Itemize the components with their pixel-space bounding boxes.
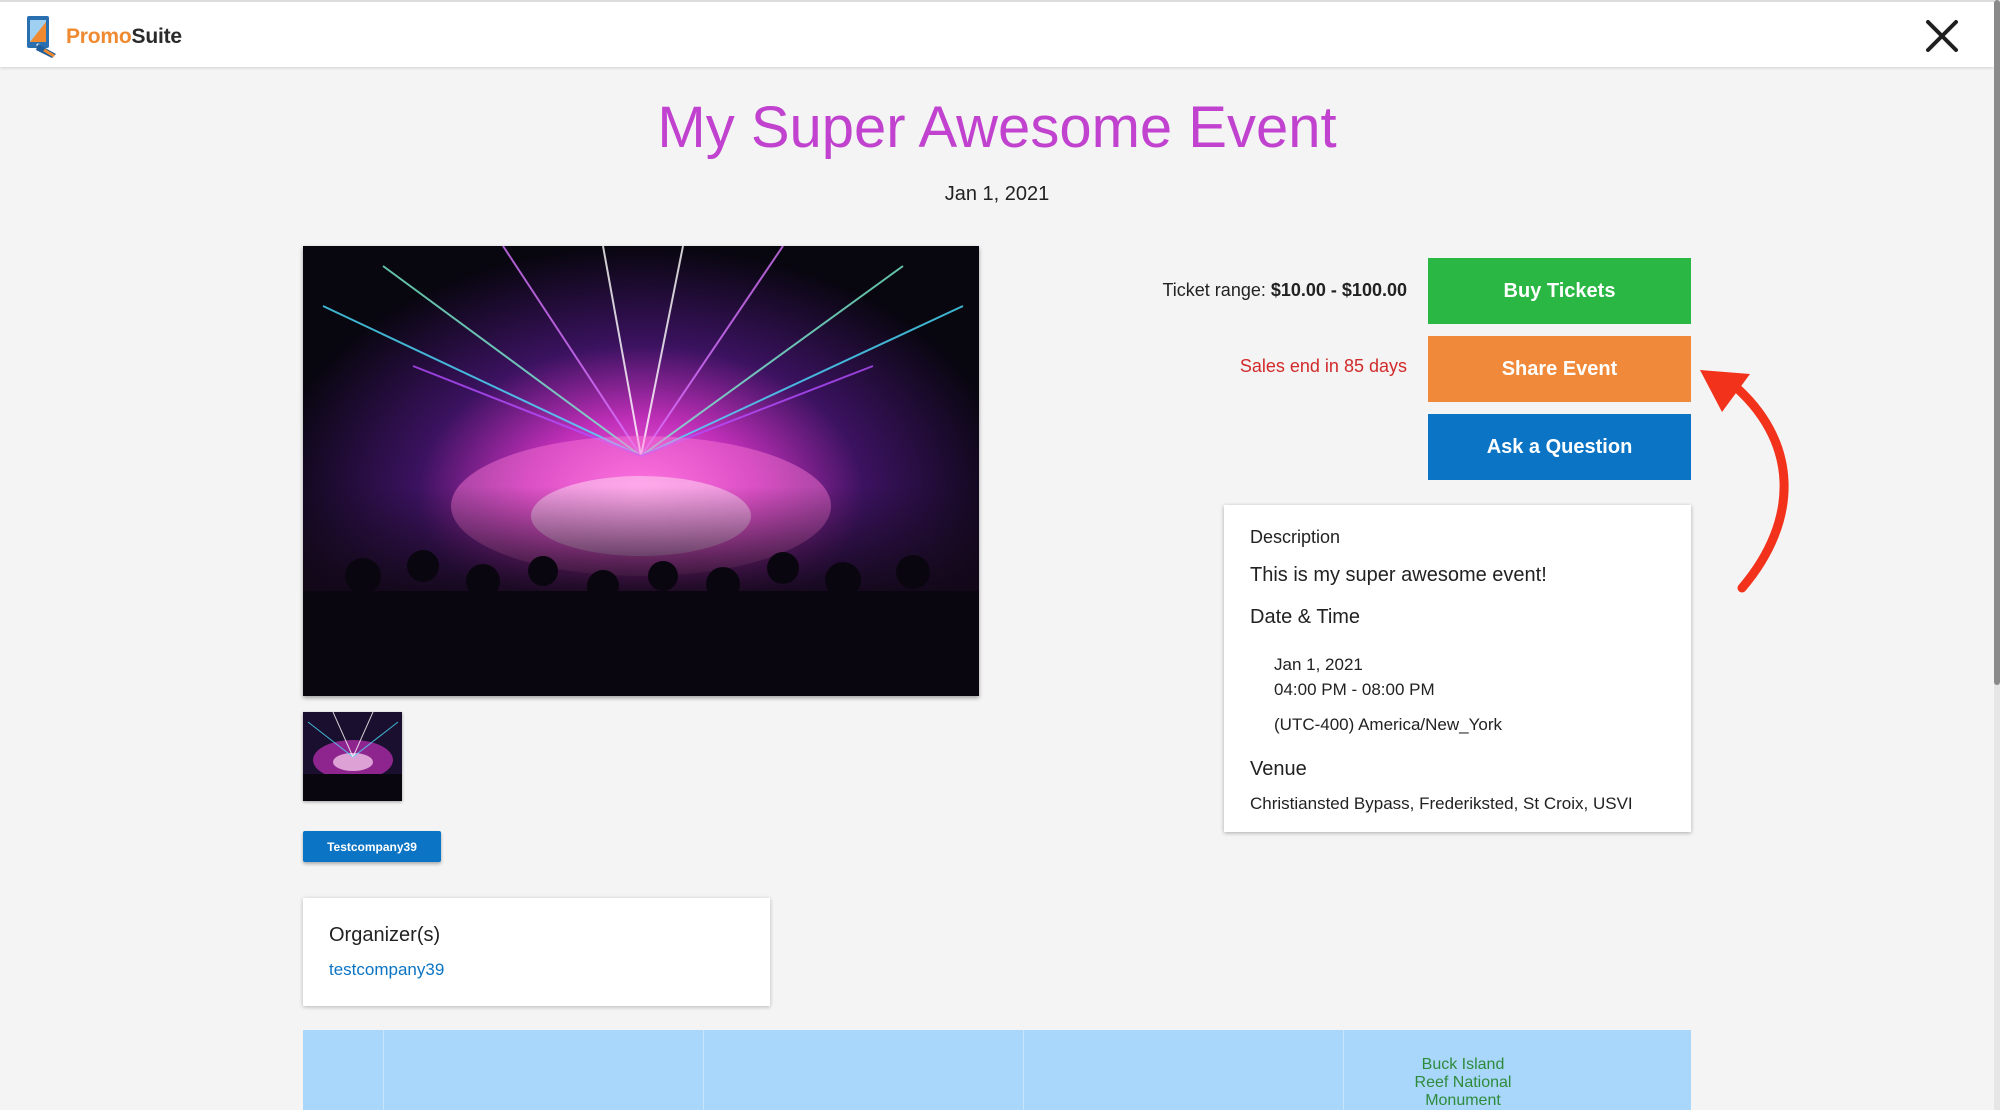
event-page: PromoSuite My Super Awesome Event Jan 1,… bbox=[0, 0, 2000, 1110]
event-title: My Super Awesome Event bbox=[657, 95, 1337, 160]
event-detail-date: Jan 1, 2021 bbox=[1274, 655, 1363, 674]
share-event-button[interactable]: Share Event bbox=[1428, 336, 1691, 402]
promosuite-logo-icon bbox=[27, 16, 56, 58]
event-detail-timezone: (UTC-400) America/New_York bbox=[1274, 715, 1502, 734]
logo-text: PromoSuite bbox=[66, 25, 182, 48]
organizer-card: Organizer(s) testcompany39 bbox=[303, 898, 770, 1006]
event-image-thumbnail[interactable] bbox=[303, 712, 402, 801]
event-detail-time: 04:00 PM - 08:00 PM bbox=[1274, 680, 1435, 699]
close-icon[interactable] bbox=[1922, 16, 1962, 56]
venue-address: Christiansted Bypass, Frederiksted, St C… bbox=[1250, 794, 1633, 813]
description-text: This is my super awesome event! bbox=[1250, 564, 1547, 586]
organizer-heading: Organizer(s) bbox=[329, 924, 441, 946]
sales-end-notice: Sales end in 85 days bbox=[1239, 356, 1407, 376]
promosuite-logo[interactable]: PromoSuite bbox=[24, 14, 182, 60]
ticket-range-value: $10.00 - $100.00 bbox=[1270, 280, 1407, 300]
datetime-heading: Date & Time bbox=[1250, 606, 1361, 628]
map-grid-line bbox=[1023, 1030, 1024, 1110]
map-grid-line bbox=[703, 1030, 704, 1110]
venue-heading: Venue bbox=[1250, 758, 1307, 780]
company-tag-button[interactable]: Testcompany39 bbox=[303, 831, 441, 862]
event-date: Jan 1, 2021 bbox=[944, 183, 1050, 205]
description-heading: Description bbox=[1250, 527, 1341, 547]
event-details-card: Description This is my super awesome eve… bbox=[1224, 505, 1691, 832]
top-bar: PromoSuite bbox=[0, 0, 1994, 67]
annotation-arrow-icon bbox=[1700, 370, 1789, 593]
scrollbar-thumb[interactable] bbox=[1994, 0, 2000, 685]
ask-question-button[interactable]: Ask a Question bbox=[1428, 414, 1691, 480]
organizer-link[interactable]: testcompany39 bbox=[329, 960, 444, 980]
map-grid-line bbox=[1343, 1030, 1344, 1110]
venue-map[interactable]: Buck Island Reef National Monument bbox=[303, 1030, 1691, 1110]
event-main-image[interactable] bbox=[303, 246, 979, 696]
ticket-range: Ticket range: $10.00 - $100.00 bbox=[1162, 280, 1407, 301]
ticket-range-label: Ticket range: bbox=[1162, 280, 1266, 300]
map-place-label: Buck Island Reef National Monument bbox=[1414, 1056, 1512, 1109]
buy-tickets-button[interactable]: Buy Tickets bbox=[1428, 258, 1691, 324]
map-grid-line bbox=[383, 1030, 384, 1110]
